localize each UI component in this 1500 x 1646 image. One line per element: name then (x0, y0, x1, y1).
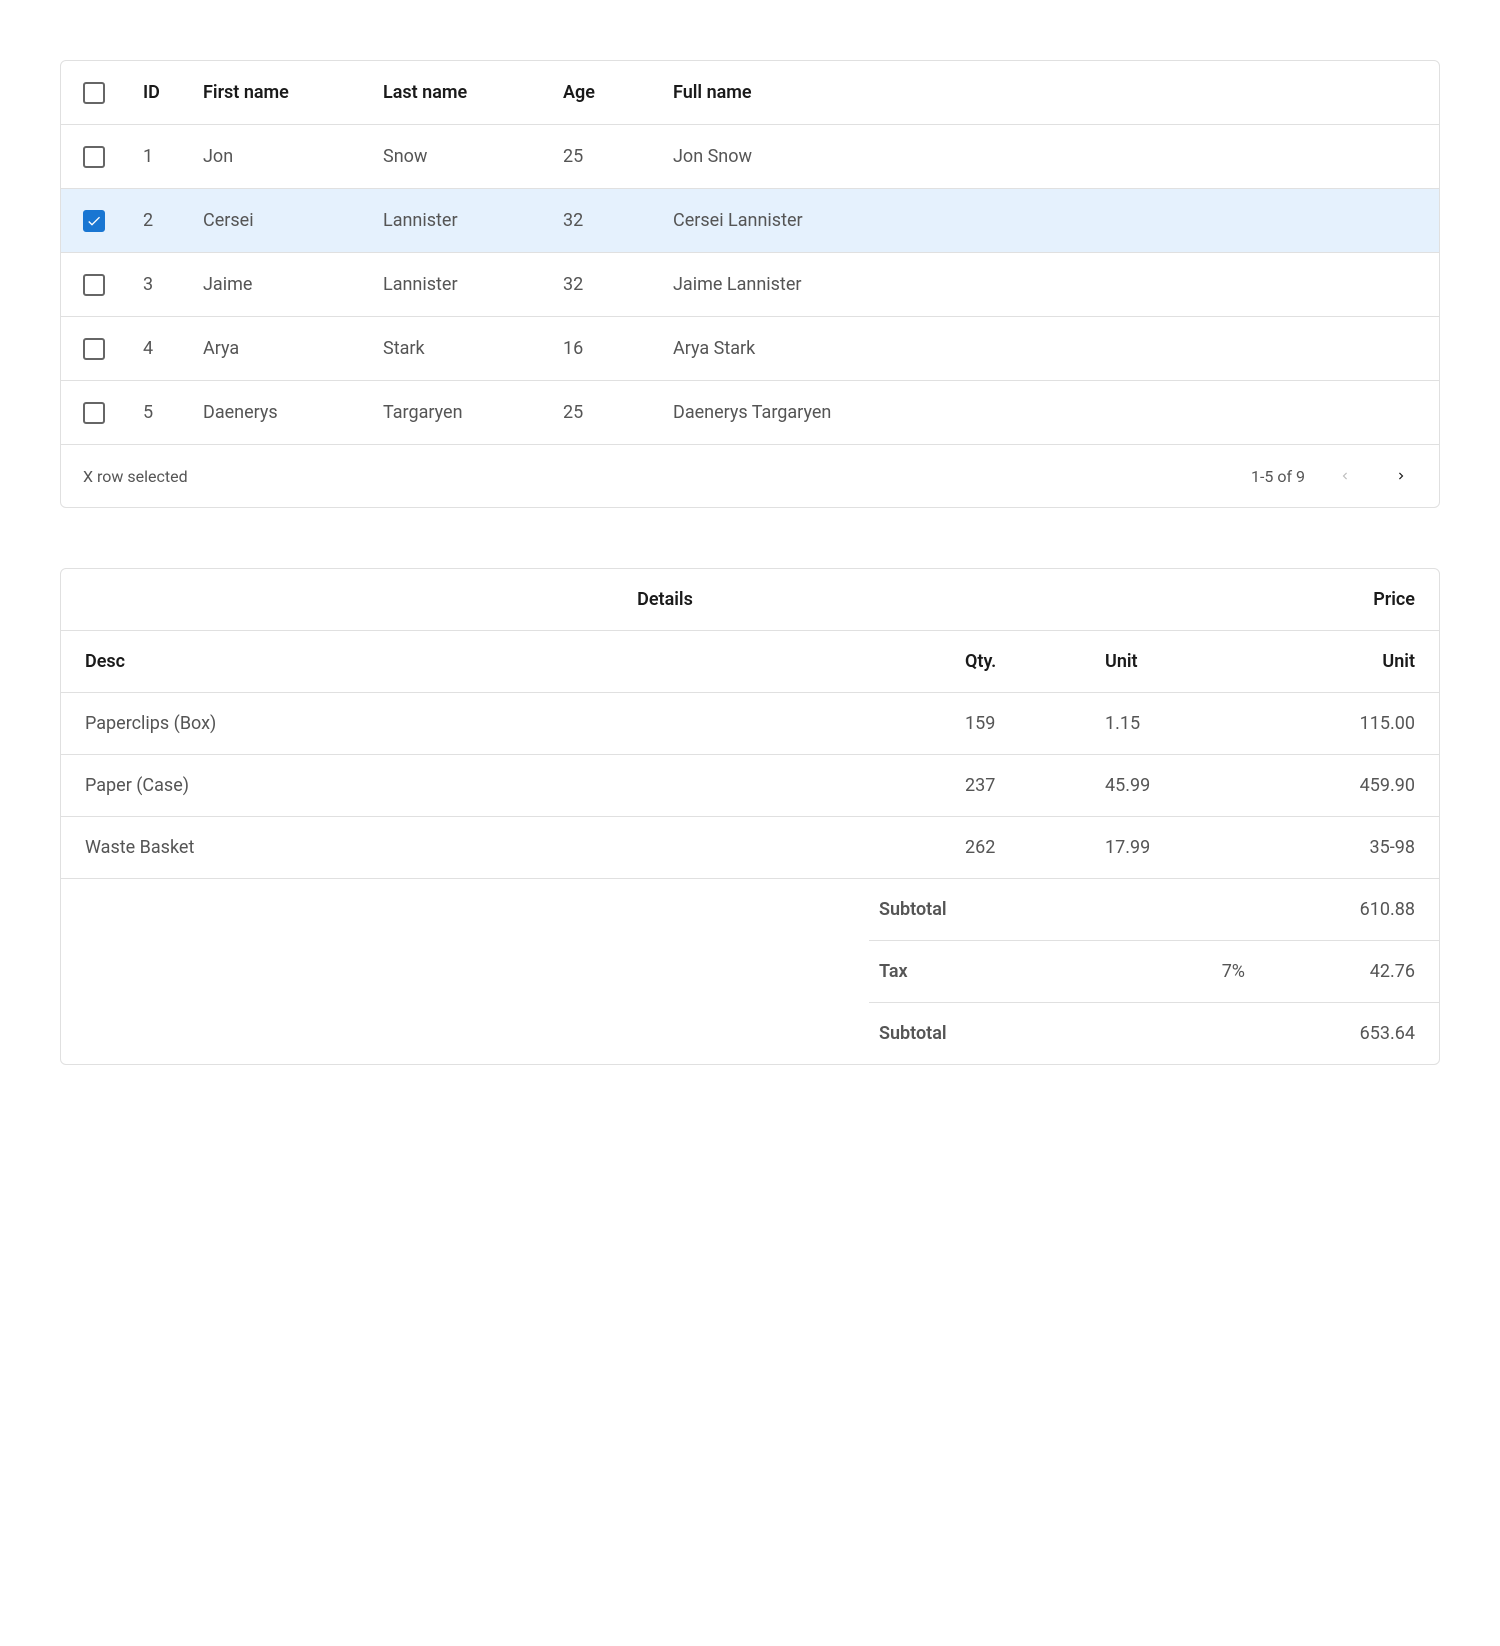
header-qty: Qty. (965, 651, 1105, 672)
cell-desc: Waste Basket (85, 837, 965, 858)
summary-mid: 7% (1069, 961, 1245, 982)
cell-unit: 45.99 (1105, 775, 1245, 796)
cell-price: 115.00 (1245, 713, 1415, 734)
data-grid: ID First name Last name Age Full name 1J… (60, 60, 1440, 508)
header-last-name[interactable]: Last name (383, 82, 563, 103)
cell-full-name: Arya Stark (673, 338, 1417, 359)
price-header: Price (1245, 589, 1415, 610)
cell-age: 16 (563, 338, 673, 359)
cell-age: 25 (563, 402, 673, 423)
chevron-left-icon (1338, 469, 1352, 483)
cell-age: 32 (563, 210, 673, 231)
invoice-summary: Subtotal 610.88 Tax7%42.76 Subtotal 653.64 (61, 879, 1439, 1064)
invoice-table: Details Price Desc Qty. Unit Unit Paperc… (60, 568, 1440, 1065)
cell-first-name: Arya (203, 338, 383, 359)
cell-desc: Paperclips (Box) (85, 713, 965, 734)
cell-last-name: Stark (383, 338, 563, 359)
table-row[interactable]: 4AryaStark16Arya Stark (61, 317, 1439, 381)
summary-label: Tax (869, 961, 1069, 982)
next-page-button[interactable] (1385, 460, 1417, 492)
cell-qty: 159 (965, 713, 1105, 734)
summary-label: Subtotal (869, 1023, 1069, 1044)
cell-age: 32 (563, 274, 673, 295)
cell-id: 1 (143, 146, 203, 167)
cell-last-name: Lannister (383, 274, 563, 295)
row-checkbox[interactable] (83, 210, 105, 232)
cell-price: 35-98 (1245, 837, 1415, 858)
invoice-top-header: Details Price (61, 569, 1439, 631)
grid-footer: X row selected 1-5 of 9 (61, 445, 1439, 507)
summary-mid (1069, 1023, 1245, 1044)
header-full-name[interactable]: Full name (673, 82, 1417, 103)
cell-last-name: Snow (383, 146, 563, 167)
cell-age: 25 (563, 146, 673, 167)
grid-header-row: ID First name Last name Age Full name (61, 61, 1439, 125)
cell-desc: Paper (Case) (85, 775, 965, 796)
header-unit2: Unit (1245, 651, 1415, 672)
summary-value: 610.88 (1245, 899, 1415, 920)
invoice-column-header: Desc Qty. Unit Unit (61, 631, 1439, 693)
row-checkbox[interactable] (83, 274, 105, 296)
summary-value: 653.64 (1245, 1023, 1415, 1044)
cell-id: 5 (143, 402, 203, 423)
cell-full-name: Daenerys Targaryen (673, 402, 1417, 423)
row-checkbox[interactable] (83, 402, 105, 424)
summary-row: Subtotal 653.64 (869, 1003, 1439, 1064)
invoice-row: Paper (Case)23745.99459.90 (61, 755, 1439, 817)
cell-first-name: Jon (203, 146, 383, 167)
header-unit: Unit (1105, 651, 1245, 672)
cell-price: 459.90 (1245, 775, 1415, 796)
pagination: 1-5 of 9 (1251, 460, 1417, 492)
header-age[interactable]: Age (563, 82, 673, 103)
selection-count: X row selected (83, 467, 188, 486)
cell-last-name: Lannister (383, 210, 563, 231)
cell-id: 2 (143, 210, 203, 231)
table-row[interactable]: 5DaenerysTargaryen25Daenerys Targaryen (61, 381, 1439, 445)
summary-value: 42.76 (1245, 961, 1415, 982)
cell-qty: 237 (965, 775, 1105, 796)
details-header: Details (85, 589, 1245, 610)
cell-last-name: Targaryen (383, 402, 563, 423)
row-checkbox[interactable] (83, 338, 105, 360)
cell-full-name: Jaime Lannister (673, 274, 1417, 295)
invoice-row: Paperclips (Box)1591.15115.00 (61, 693, 1439, 755)
cell-first-name: Jaime (203, 274, 383, 295)
summary-row: Tax7%42.76 (869, 941, 1439, 1003)
cell-id: 4 (143, 338, 203, 359)
table-row[interactable]: 3JaimeLannister32Jaime Lannister (61, 253, 1439, 317)
row-checkbox[interactable] (83, 146, 105, 168)
cell-full-name: Jon Snow (673, 146, 1417, 167)
cell-first-name: Cersei (203, 210, 383, 231)
header-id[interactable]: ID (143, 82, 203, 103)
cell-full-name: Cersei Lannister (673, 210, 1417, 231)
summary-row: Subtotal 610.88 (869, 879, 1439, 941)
header-desc: Desc (85, 651, 965, 672)
header-first-name[interactable]: First name (203, 82, 383, 103)
select-all-checkbox[interactable] (83, 82, 105, 104)
summary-label: Subtotal (869, 899, 1069, 920)
cell-unit: 1.15 (1105, 713, 1245, 734)
cell-id: 3 (143, 274, 203, 295)
cell-unit: 17.99 (1105, 837, 1245, 858)
table-row[interactable]: 1JonSnow25Jon Snow (61, 125, 1439, 189)
cell-first-name: Daenerys (203, 402, 383, 423)
cell-qty: 262 (965, 837, 1105, 858)
chevron-right-icon (1394, 469, 1408, 483)
invoice-row: Waste Basket26217.9935-98 (61, 817, 1439, 879)
prev-page-button[interactable] (1329, 460, 1361, 492)
table-row[interactable]: 2CerseiLannister32Cersei Lannister (61, 189, 1439, 253)
summary-mid (1069, 899, 1245, 920)
pagination-range: 1-5 of 9 (1251, 467, 1305, 486)
